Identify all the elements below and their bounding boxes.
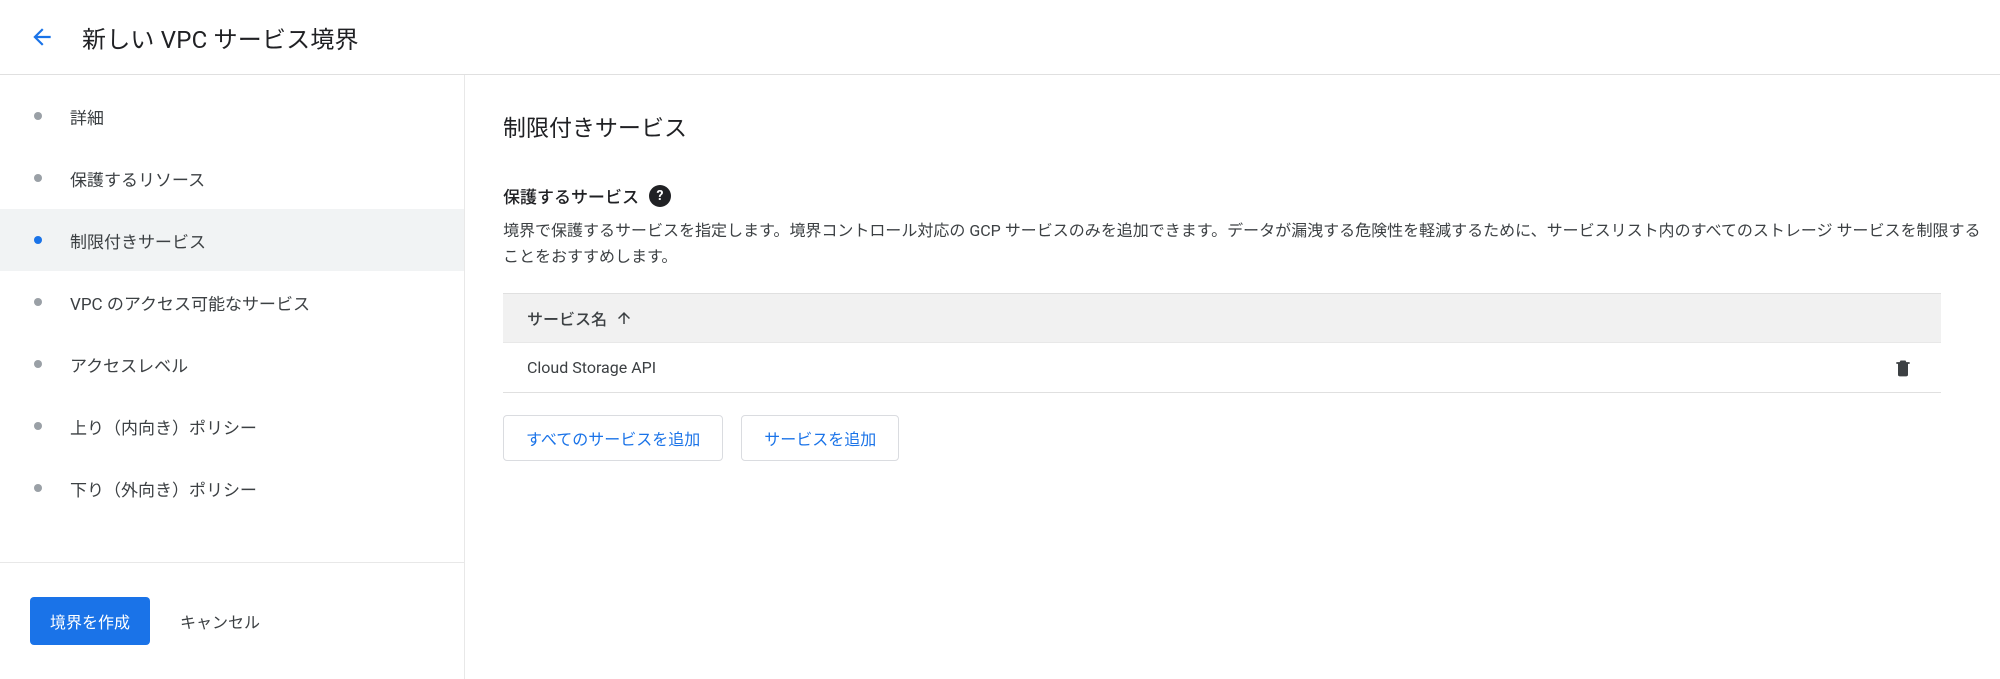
nav-bullet-icon bbox=[34, 422, 42, 430]
nav-item-label: 保護するリソース bbox=[70, 166, 205, 191]
nav-bullet-icon bbox=[34, 174, 42, 182]
nav-item-3[interactable]: VPC のアクセス可能なサービス bbox=[0, 271, 464, 333]
nav-bullet-icon bbox=[34, 298, 42, 306]
field-description: 境界で保護するサービスを指定します。境界コントロール対応の GCP サービスのみ… bbox=[503, 218, 1982, 269]
nav-bullet-icon bbox=[34, 236, 42, 244]
trash-icon bbox=[1893, 358, 1913, 378]
nav-item-6[interactable]: 下り（外向き）ポリシー bbox=[0, 457, 464, 519]
column-header-name: サービス名 bbox=[527, 306, 607, 330]
table-row: Cloud Storage API bbox=[503, 342, 1941, 392]
nav-item-label: 下り（外向き）ポリシー bbox=[70, 476, 257, 501]
arrow-back-icon bbox=[29, 24, 55, 50]
create-perimeter-button[interactable]: 境界を作成 bbox=[30, 597, 150, 645]
sort-ascending-icon bbox=[615, 309, 633, 327]
nav-item-5[interactable]: 上り（内向き）ポリシー bbox=[0, 395, 464, 457]
back-button[interactable] bbox=[22, 17, 62, 57]
nav-item-label: 上り（内向き）ポリシー bbox=[70, 414, 257, 439]
table-header[interactable]: サービス名 bbox=[503, 294, 1941, 342]
main-panel: 制限付きサービス 保護するサービス ? 境界で保護するサービスを指定します。境界… bbox=[465, 75, 2000, 679]
add-services-button[interactable]: サービスを追加 bbox=[741, 415, 899, 461]
add-all-services-button[interactable]: すべてのサービスを追加 bbox=[503, 415, 723, 461]
nav-bullet-icon bbox=[34, 112, 42, 120]
nav-item-2[interactable]: 制限付きサービス bbox=[0, 209, 464, 271]
help-icon[interactable]: ? bbox=[649, 185, 671, 207]
section-title: 制限付きサービス bbox=[503, 109, 1982, 143]
page-title: 新しい VPC サービス境界 bbox=[82, 20, 359, 55]
side-nav: 詳細保護するリソース制限付きサービス VPC のアクセス可能なサービスアクセスレベ… bbox=[0, 75, 465, 679]
nav-bullet-icon bbox=[34, 360, 42, 368]
services-table: サービス名 Cloud Storage API bbox=[503, 293, 1941, 393]
nav-item-4[interactable]: アクセスレベル bbox=[0, 333, 464, 395]
nav-item-1[interactable]: 保護するリソース bbox=[0, 147, 464, 209]
nav-item-0[interactable]: 詳細 bbox=[0, 85, 464, 147]
nav-item-label: 制限付きサービス bbox=[70, 228, 206, 253]
delete-service-button[interactable] bbox=[1885, 350, 1921, 386]
cancel-button[interactable]: キャンセル bbox=[172, 597, 268, 645]
nav-item-label: 詳細 bbox=[70, 104, 104, 129]
service-name: Cloud Storage API bbox=[527, 358, 1885, 377]
nav-item-label: VPC のアクセス可能なサービス bbox=[70, 290, 310, 315]
field-label: 保護するサービス bbox=[503, 183, 639, 208]
nav-bullet-icon bbox=[34, 484, 42, 492]
nav-item-label: アクセスレベル bbox=[70, 352, 188, 377]
